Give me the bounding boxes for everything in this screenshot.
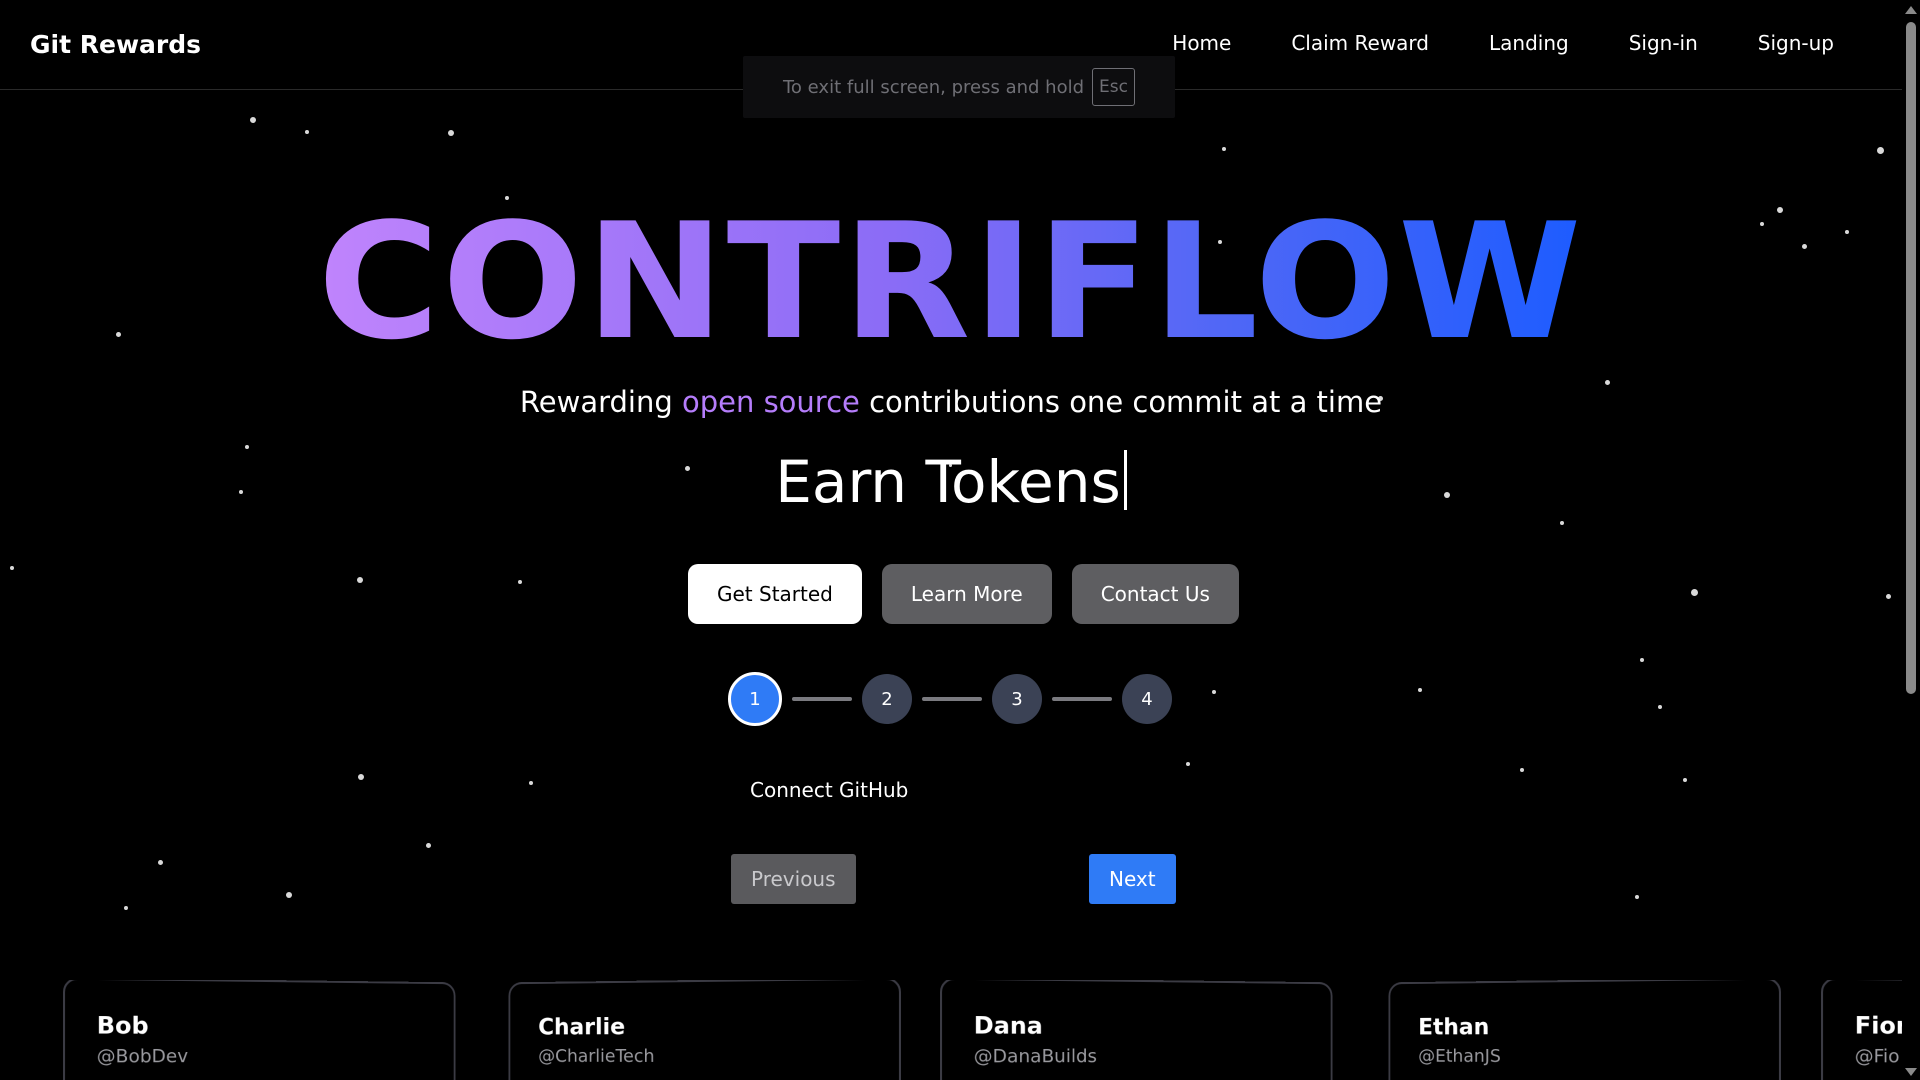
star-dot <box>305 130 309 134</box>
tagline-after: contributions one commit at a time <box>859 385 1383 419</box>
typing-headline: Earn Tokens <box>0 448 1902 516</box>
tagline-accent: open source <box>681 385 860 419</box>
star-dot <box>1658 705 1662 709</box>
step-connector <box>1052 697 1112 701</box>
get-started-button[interactable]: Get Started <box>688 564 862 624</box>
step-3[interactable]: 3 <box>992 674 1042 724</box>
star-dot <box>1877 147 1884 154</box>
step-connector <box>792 697 852 701</box>
contributor-name: Dana <box>973 1012 1043 1040</box>
star-dot <box>1520 768 1524 772</box>
contributor-card[interactable]: Bob @BobDev <box>62 980 456 1080</box>
star-dot <box>1886 594 1891 599</box>
scroll-up-arrow-icon[interactable] <box>1905 6 1917 14</box>
nav-link-sign-up[interactable]: Sign-up <box>1758 31 1834 55</box>
star-dot <box>529 781 533 785</box>
contributor-name: Fion <box>1854 1012 1902 1040</box>
contributor-handle: @CharlieTech <box>538 1046 655 1067</box>
star-dot <box>426 843 431 848</box>
star-dot <box>250 117 256 123</box>
contributor-handle: @Fio <box>1854 1045 1900 1068</box>
fullscreen-exit-toast: To exit full screen, press and hold Esc <box>743 56 1175 118</box>
step-2[interactable]: 2 <box>862 674 912 724</box>
learn-more-button[interactable]: Learn More <box>881 564 1052 624</box>
next-button[interactable]: Next <box>1089 854 1176 904</box>
contributor-name: Bob <box>96 1012 149 1040</box>
tagline-before: Rewarding <box>519 385 682 419</box>
star-dot <box>10 566 14 570</box>
contributor-name: Ethan <box>1418 1014 1490 1041</box>
nav-links: Home Claim Reward Landing Sign-in Sign-u… <box>1172 31 1834 55</box>
star-dot <box>357 577 363 583</box>
fullscreen-toast-text: To exit full screen, press and hold <box>783 76 1085 98</box>
onboarding-stepper: 1 2 3 4 <box>728 672 1172 726</box>
nav-link-home[interactable]: Home <box>1172 31 1231 55</box>
contributor-card[interactable]: Ethan @EthanJS <box>1388 980 1782 1080</box>
nav-link-sign-in[interactable]: Sign-in <box>1629 31 1698 55</box>
contributor-card[interactable]: Fion @Fio <box>1820 980 1902 1080</box>
contributor-handle: @DanaBuilds <box>973 1045 1097 1068</box>
contributor-card[interactable]: Charlie @CharlieTech <box>508 980 902 1080</box>
star-dot <box>1222 147 1226 151</box>
previous-button[interactable]: Previous <box>731 854 856 904</box>
page-scrollbar[interactable] <box>1902 0 1920 1080</box>
contributor-handle: @BobDev <box>96 1045 189 1068</box>
nav-link-landing[interactable]: Landing <box>1489 31 1569 55</box>
contributor-handle: @EthanJS <box>1418 1046 1501 1067</box>
star-dot <box>1691 589 1698 596</box>
contact-us-button[interactable]: Contact Us <box>1071 564 1239 624</box>
star-dot <box>158 860 163 865</box>
starfield-background <box>0 0 1920 1080</box>
scroll-down-arrow-icon[interactable] <box>1905 1068 1917 1076</box>
star-dot <box>518 580 522 584</box>
esc-key-badge: Esc <box>1092 68 1135 106</box>
star-dot <box>1560 521 1564 525</box>
star-dot <box>286 892 292 898</box>
star-dot <box>1418 688 1422 692</box>
star-dot <box>448 130 454 136</box>
typing-caret <box>1123 450 1127 510</box>
star-dot <box>1212 690 1216 694</box>
step-4[interactable]: 4 <box>1122 674 1172 724</box>
cta-button-row: Get Started Learn More Contact Us <box>688 564 1239 624</box>
contributor-name: Charlie <box>538 1014 626 1041</box>
star-dot <box>358 774 364 780</box>
star-dot <box>1186 762 1190 766</box>
contributor-cards-carousel: Bob @BobDev Charlie @CharlieTech Dana @D… <box>0 980 1902 1080</box>
star-dot <box>1635 895 1639 899</box>
contributor-card[interactable]: Dana @DanaBuilds <box>939 980 1333 1080</box>
step-connector <box>922 697 982 701</box>
scroll-thumb[interactable] <box>1906 22 1916 694</box>
star-dot <box>1683 778 1687 782</box>
step-1[interactable]: 1 <box>728 672 782 726</box>
star-dot <box>124 906 128 910</box>
brand-logo[interactable]: Git Rewards <box>30 30 201 59</box>
star-dot <box>1640 658 1644 662</box>
typing-text: Earn Tokens <box>775 448 1121 516</box>
hero-title: CONTRIFLOW <box>0 192 1902 372</box>
hero-title-text: CONTRIFLOW <box>318 188 1584 375</box>
nav-link-claim-reward[interactable]: Claim Reward <box>1291 31 1429 55</box>
current-step-label: Connect GitHub <box>750 778 909 802</box>
hero-tagline: Rewarding open source contributions one … <box>0 385 1902 419</box>
